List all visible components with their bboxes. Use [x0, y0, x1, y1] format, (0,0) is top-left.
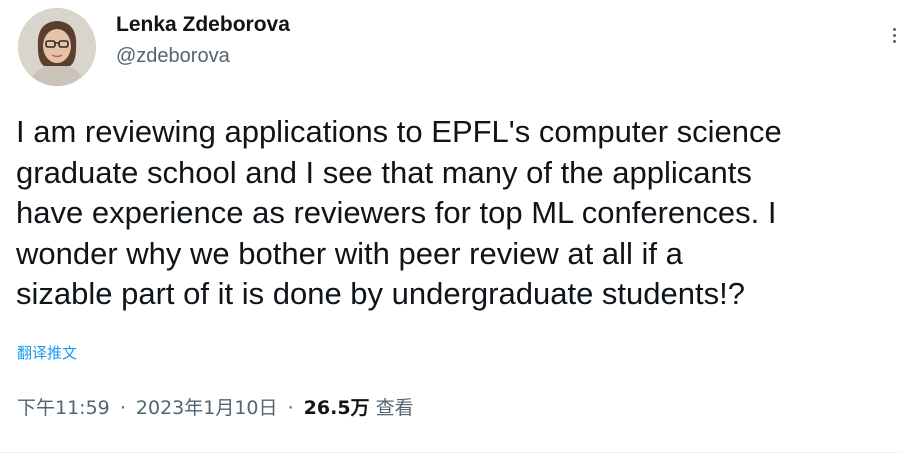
- tweet-text-line: graduate school and I see that many of t…: [16, 154, 752, 190]
- tweet-text-line: wonder why we bother with peer review at…: [16, 235, 683, 271]
- tweet-header: Lenka Zdeborova @zdeborova: [18, 8, 290, 86]
- author-handle[interactable]: @zdeborova: [116, 42, 290, 70]
- author-names: Lenka Zdeborova @zdeborova: [116, 8, 290, 86]
- tweet-text-line: have experience as reviewers for top ML …: [16, 195, 777, 230]
- views-count: 26.5万: [303, 397, 370, 419]
- avatar-photo-icon: [18, 8, 96, 86]
- tweet-text-line: I am reviewing applications to EPFL's co…: [16, 114, 782, 149]
- author-display-name[interactable]: Lenka Zdeborova: [116, 12, 290, 38]
- tweet-text: I am reviewing applications to EPFL's co…: [16, 112, 900, 315]
- tweet-text-line: sizable part of it is done by undergradu…: [16, 276, 745, 311]
- tweet-meta: 下午11:59 · 2023年1月10日 · 26.5万 查看: [17, 394, 414, 422]
- translate-tweet-link[interactable]: 翻译推文: [17, 343, 77, 363]
- avatar[interactable]: [18, 8, 96, 86]
- views-label: 查看: [375, 397, 414, 419]
- divider: [0, 452, 900, 453]
- tweet-date[interactable]: 2023年1月10日: [136, 397, 278, 419]
- tweet-time[interactable]: 下午11:59: [17, 397, 110, 419]
- more-options-icon[interactable]: [888, 26, 900, 43]
- meta-separator: ·: [287, 397, 294, 419]
- tweet: Lenka Zdeborova @zdeborova I am reviewin…: [0, 0, 900, 472]
- meta-separator: ·: [119, 397, 126, 419]
